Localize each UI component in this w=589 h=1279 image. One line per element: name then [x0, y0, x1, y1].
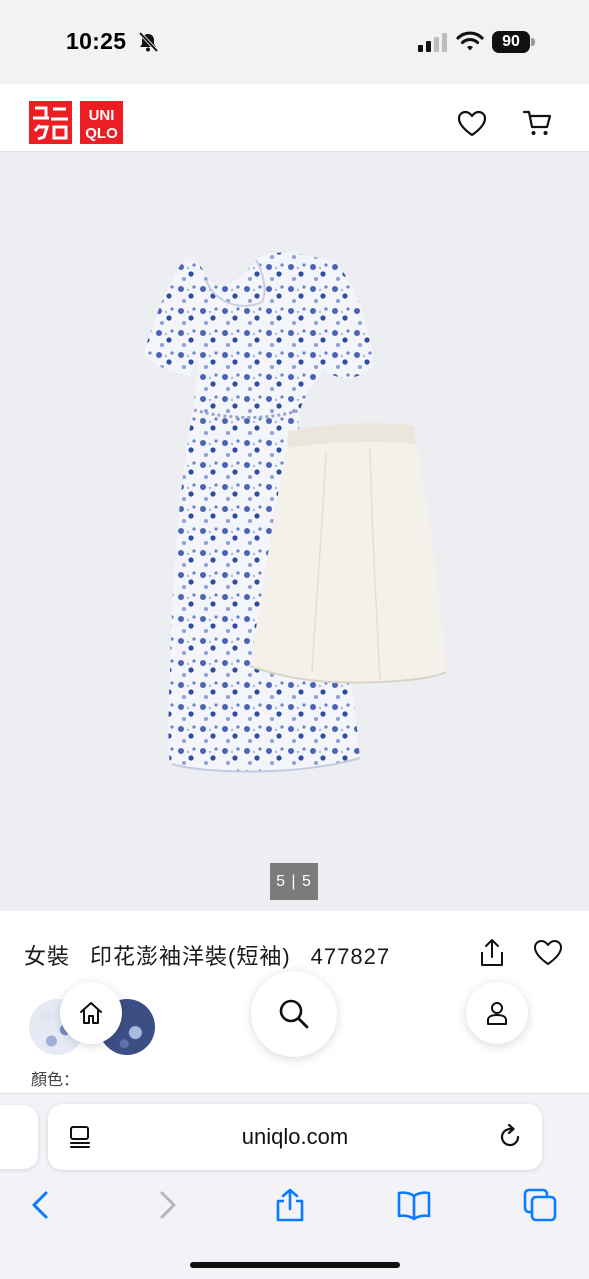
battery-level: 90	[492, 31, 530, 53]
logo-text-bottom: QLO	[85, 125, 118, 142]
search-icon	[279, 999, 309, 1029]
product-image-gallery[interactable]: 5 | 5	[0, 152, 589, 911]
home-icon	[80, 1002, 102, 1024]
product-title: 女裝 印花澎袖洋裝(短袖) 477827	[24, 939, 410, 971]
bookmarks-icon[interactable]	[397, 1188, 431, 1222]
browser-chrome: uniqlo.com	[0, 1094, 589, 1279]
back-icon[interactable]	[24, 1188, 58, 1222]
tabs-icon[interactable]	[523, 1188, 557, 1222]
home-button[interactable]	[60, 982, 122, 1044]
product-photo	[144, 252, 447, 773]
product-code: 477827	[310, 944, 391, 969]
wifi-icon	[456, 31, 484, 51]
search-button[interactable]	[251, 971, 337, 1057]
share-sheet-icon[interactable]	[273, 1188, 307, 1222]
home-indicator	[190, 1262, 400, 1268]
cellular-signal-icon	[418, 33, 447, 52]
address-bar[interactable]: uniqlo.com	[48, 1104, 542, 1170]
product-name: 印花澎袖洋裝(短袖)	[90, 944, 291, 969]
reload-icon[interactable]	[496, 1123, 524, 1151]
logo-text-top: UNI	[89, 107, 115, 124]
uniqlo-logo[interactable]: UNI QLO	[29, 101, 123, 144]
forward-icon[interactable]	[150, 1188, 184, 1222]
product-category: 女裝	[24, 944, 71, 969]
heart-icon[interactable]	[457, 110, 487, 138]
image-pager: 5 | 5	[270, 863, 318, 900]
share-icon[interactable]	[478, 938, 506, 968]
status-bar: 10:25 90	[0, 0, 589, 84]
cart-icon[interactable]	[522, 108, 552, 138]
account-button[interactable]	[466, 982, 528, 1044]
status-time: 10:25	[66, 28, 127, 54]
colour-label: 顏色：	[31, 1072, 80, 1089]
user-icon	[487, 1002, 507, 1025]
favorite-heart-icon[interactable]	[533, 939, 563, 967]
site-header: UNI QLO	[0, 84, 589, 152]
url-text: uniqlo.com	[241, 1124, 349, 1149]
previous-tab-card[interactable]	[0, 1105, 38, 1169]
battery-tip	[531, 38, 535, 46]
bell-slash-icon	[138, 31, 159, 53]
battery-icon: 90	[492, 31, 536, 53]
